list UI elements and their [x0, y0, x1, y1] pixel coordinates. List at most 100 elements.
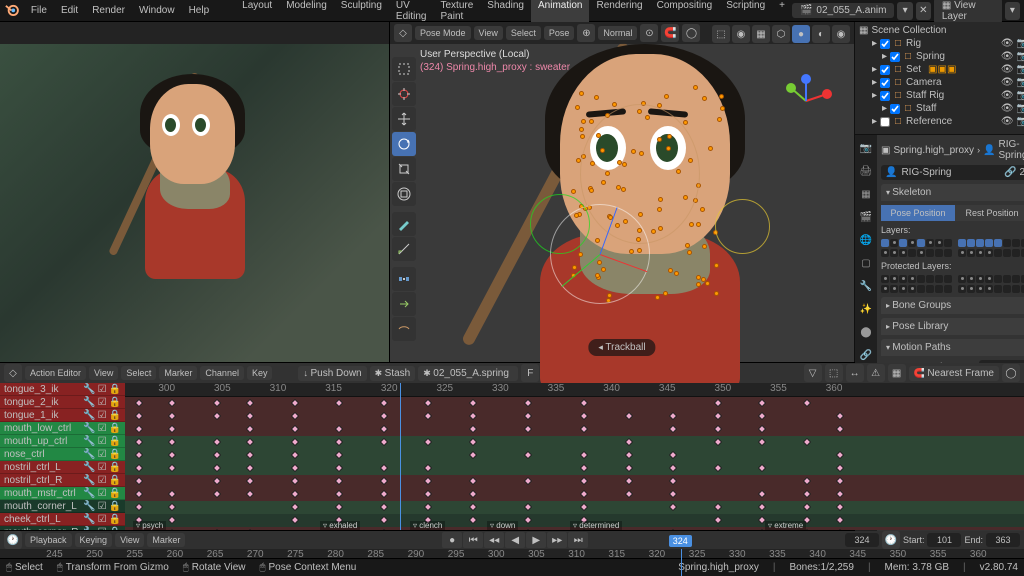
vp-menu-pose[interactable]: Pose: [544, 26, 575, 40]
visibility-icon[interactable]: 👁: [1001, 51, 1014, 62]
wrench-icon[interactable]: 🔧: [83, 501, 95, 512]
outliner-item[interactable]: ▸ □Camera 👁📷: [857, 76, 1024, 89]
panel-pose-library[interactable]: Pose Library: [881, 318, 1024, 335]
stash-button[interactable]: ✱ Stash: [370, 366, 416, 381]
render-vis-icon[interactable]: 📷: [1017, 64, 1024, 75]
transform-orientation[interactable]: Normal: [598, 26, 637, 40]
lock-icon[interactable]: 🔒: [109, 488, 121, 499]
wrench-icon[interactable]: 🔧: [83, 436, 95, 447]
channel-row[interactable]: nostril_ctrl_R🔧☑🔒: [0, 474, 125, 487]
tool-breakdowner-icon[interactable]: [392, 267, 416, 291]
wrench-icon[interactable]: 🔧: [83, 449, 95, 460]
dopesheet-type-icon[interactable]: ◇: [4, 364, 22, 382]
mute-icon[interactable]: ☑: [98, 475, 107, 486]
timeline-type-icon[interactable]: 🕐: [4, 531, 22, 549]
wrench-icon[interactable]: 🔧: [83, 488, 95, 499]
prev-key-icon[interactable]: ◂◂: [484, 532, 504, 548]
visibility-icon[interactable]: 👁: [1001, 64, 1014, 75]
mute-icon[interactable]: ☑: [98, 462, 107, 473]
rest-position-button[interactable]: Rest Position: [955, 205, 1024, 221]
start-frame-field[interactable]: 101: [927, 533, 961, 547]
xray-icon[interactable]: ▦: [752, 25, 770, 43]
ds-marker[interactable]: Marker: [159, 366, 197, 380]
snap-icon[interactable]: 🧲: [661, 24, 679, 42]
wrench-icon[interactable]: 🔧: [83, 527, 95, 531]
render-vis-icon[interactable]: 📷: [1017, 90, 1024, 101]
play-icon[interactable]: ▶: [526, 532, 546, 548]
panel-motion-paths[interactable]: Motion Paths: [881, 339, 1024, 356]
wrench-icon[interactable]: 🔧: [83, 423, 95, 434]
outliner-item[interactable]: ▸ □Set ▣▣▣ 👁📷: [857, 63, 1024, 76]
menu-render[interactable]: Render: [86, 2, 131, 19]
tool-push-icon[interactable]: [392, 292, 416, 316]
tl-marker[interactable]: Marker: [147, 533, 185, 547]
tab-scene-icon[interactable]: 🎬: [855, 206, 877, 228]
mute-icon[interactable]: ☑: [98, 436, 107, 447]
render-preview[interactable]: [0, 44, 389, 362]
visibility-icon[interactable]: 👁: [1001, 77, 1014, 88]
preview-range-icon[interactable]: 🕐: [882, 531, 900, 549]
channel-row[interactable]: mouth_low_ctrl🔧☑🔒: [0, 422, 125, 435]
marker[interactable]: ▿ extreme: [765, 521, 806, 530]
axis-gizmo[interactable]: [779, 74, 834, 129]
editor-type-icon[interactable]: ◇: [394, 24, 412, 42]
ds-selected-icon[interactable]: ↔: [846, 364, 864, 382]
tab-modifier-icon[interactable]: 🔧: [855, 275, 877, 297]
tool-move-icon[interactable]: [392, 107, 416, 131]
marker[interactable]: ▿ exhaled: [320, 521, 360, 530]
channel-row[interactable]: mouth_corner_L🔧☑🔒: [0, 500, 125, 513]
tool-select-icon[interactable]: [392, 57, 416, 81]
tab-physics-icon[interactable]: ⬤: [855, 321, 877, 343]
scene-selector[interactable]: 🎬 02_055_A.anim: [792, 3, 895, 18]
menu-window[interactable]: Window: [133, 2, 181, 19]
channel-row[interactable]: tongue_2_ik🔧☑🔒: [0, 396, 125, 409]
lock-icon[interactable]: 🔒: [109, 449, 121, 460]
mute-icon[interactable]: ☑: [98, 501, 107, 512]
menu-edit[interactable]: Edit: [55, 2, 84, 19]
jump-start-icon[interactable]: ⏮: [463, 532, 483, 548]
gizmo-toggle-icon[interactable]: ⬚: [712, 25, 730, 43]
pivot-icon[interactable]: ⊙: [640, 24, 658, 42]
wrench-icon[interactable]: 🔧: [83, 475, 95, 486]
protected-layers[interactable]: [881, 275, 1024, 293]
wrench-icon[interactable]: 🔧: [83, 397, 95, 408]
keyframe-area[interactable]: 300305310315320325330335340345350355360 …: [125, 383, 1024, 530]
pose-position-button[interactable]: Pose Position: [881, 205, 955, 221]
lock-icon[interactable]: 🔒: [109, 410, 121, 421]
channel-row[interactable]: tongue_1_ik🔧☑🔒: [0, 409, 125, 422]
shading-solid-icon[interactable]: ●: [792, 25, 810, 43]
channel-row[interactable]: tongue_3_ik🔧☑🔒: [0, 383, 125, 396]
tool-scale-icon[interactable]: [392, 157, 416, 181]
dopesheet-mode[interactable]: Action Editor: [25, 366, 86, 380]
panel-skeleton[interactable]: Skeleton: [881, 184, 1024, 201]
mute-icon[interactable]: ☑: [98, 449, 107, 460]
3d-viewport[interactable]: ◇ Pose Mode View Select Pose ⊕ Normal ⊙ …: [390, 22, 854, 362]
mute-icon[interactable]: ☑: [98, 488, 107, 499]
lock-icon[interactable]: 🔒: [109, 475, 121, 486]
play-rev-icon[interactable]: ◀: [505, 532, 525, 548]
tl-keying[interactable]: Keying: [75, 533, 113, 547]
visibility-icon[interactable]: 👁: [1001, 116, 1014, 127]
channel-row[interactable]: mouth_mstr_ctrl🔧☑🔒: [0, 487, 125, 500]
jump-end-icon[interactable]: ⏭: [568, 532, 588, 548]
overlay-toggle-icon[interactable]: ◉: [732, 25, 750, 43]
proportional-icon[interactable]: ◯: [682, 24, 700, 42]
ds-view[interactable]: View: [89, 366, 118, 380]
menu-help[interactable]: Help: [183, 2, 216, 19]
mute-icon[interactable]: ☑: [98, 384, 107, 395]
ds-proportional-icon[interactable]: ◯: [1002, 364, 1020, 382]
outliner-item[interactable]: ▸ □Reference 👁📷: [857, 115, 1024, 128]
marker[interactable]: ▿ determined: [570, 521, 622, 530]
view-layer-selector[interactable]: ▦ View Layer: [934, 0, 1002, 24]
channel-row[interactable]: nostril_ctrl_L🔧☑🔒: [0, 461, 125, 474]
render-vis-icon[interactable]: 📷: [1017, 38, 1024, 49]
tool-transform-icon[interactable]: [392, 182, 416, 206]
channel-row[interactable]: nose_ctrl🔧☑🔒: [0, 448, 125, 461]
viewlayer-browse-button[interactable]: ▾: [1005, 2, 1020, 20]
current-frame-field[interactable]: 324: [845, 533, 879, 547]
marker[interactable]: ▿ psych: [133, 521, 166, 530]
lock-icon[interactable]: 🔒: [109, 384, 121, 395]
mute-icon[interactable]: ☑: [98, 514, 107, 525]
marker[interactable]: ▿ down: [487, 521, 518, 530]
outliner-item[interactable]: ▸ □Staff 👁📷: [857, 102, 1024, 115]
